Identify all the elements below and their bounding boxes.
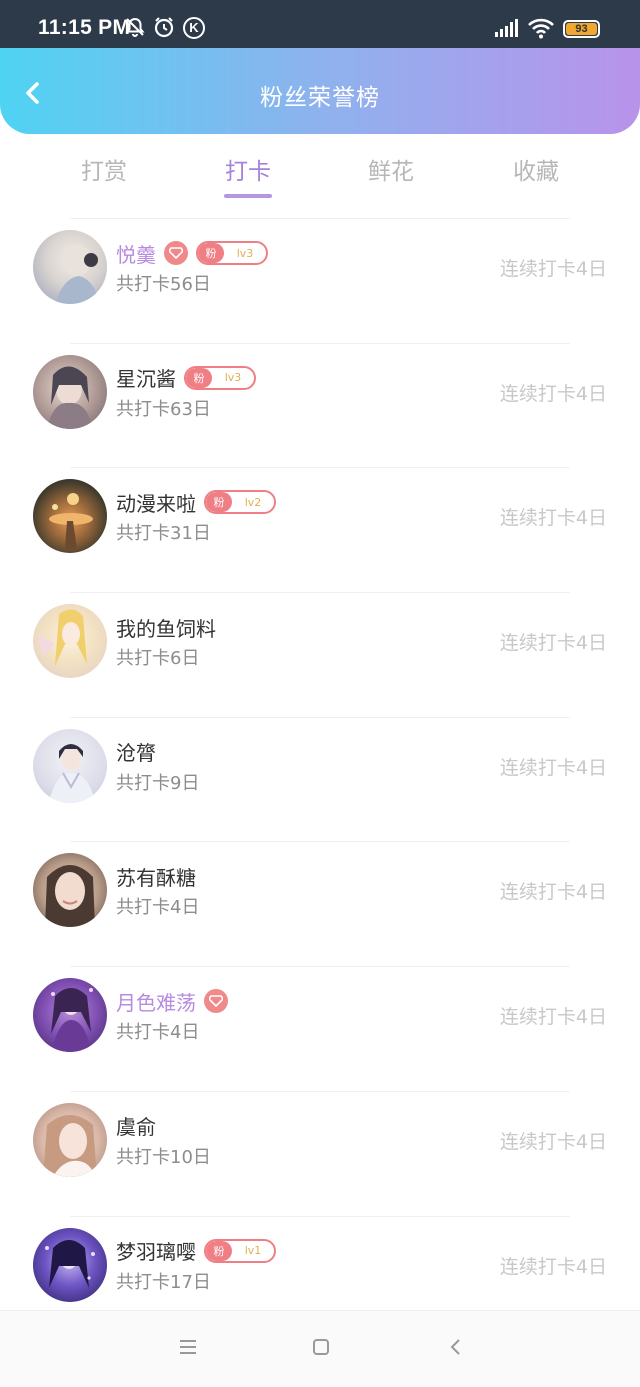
fan-name[interactable]: 悦羹 <box>116 239 156 268</box>
k-app-icon: K <box>183 17 205 39</box>
fan-badge-level: lv3 <box>236 246 254 260</box>
app-header: 粉丝荣誉榜 <box>0 48 640 134</box>
name-line: 动漫来啦 粉 lv2 <box>116 487 276 517</box>
fan-name[interactable]: 梦羽璃嘤 <box>116 1236 196 1265</box>
fan-level-badge: 粉 lv3 <box>184 365 256 390</box>
fan-badge-label: 粉 <box>206 492 232 513</box>
total-checkins: 共打卡9日 <box>116 772 200 794</box>
avatar[interactable] <box>33 604 107 679</box>
menu-icon[interactable] <box>178 1337 198 1361</box>
total-checkins: 共打卡6日 <box>116 648 200 670</box>
avatar[interactable] <box>33 853 107 928</box>
total-checkins: 共打卡10日 <box>116 1146 211 1168</box>
total-checkins: 共打卡17日 <box>116 1271 211 1293</box>
streak-checkins: 连续打卡4日 <box>499 881 607 904</box>
fan-badge-label: 粉 <box>206 1240 232 1261</box>
fan-badge-level: lv1 <box>244 1244 262 1257</box>
fan-level-badge: 粉 lv3 <box>196 241 268 265</box>
streak-checkins: 连续打卡4日 <box>499 1130 607 1153</box>
battery-level: 93 <box>566 23 597 35</box>
list-item[interactable]: 虞俞 共打卡10日 连续打卡4日 <box>0 1090 640 1216</box>
fan-name[interactable]: 星沉酱 <box>116 363 176 392</box>
divider <box>70 592 570 594</box>
fan-name[interactable]: 月色难荡 <box>116 987 196 1016</box>
list-item[interactable]: 我的鱼饲料 共打卡6日 连续打卡4日 <box>0 592 640 717</box>
list-item[interactable]: 沧膂 共打卡9日 连续打卡4日 <box>0 716 640 842</box>
name-line: 悦羹 粉 lv3 <box>116 238 268 268</box>
divider <box>70 1215 570 1217</box>
divider <box>70 1090 570 1092</box>
tab-bar: 打赏 打卡 鲜花 收藏 <box>0 134 640 204</box>
diamond-icon <box>164 241 188 265</box>
streak-checkins: 连续打卡4日 <box>499 1006 607 1029</box>
avatar[interactable] <box>33 978 107 1053</box>
tab-active-indicator <box>224 194 272 198</box>
fan-badge-level: lv3 <box>224 371 242 385</box>
divider <box>70 467 570 469</box>
name-line: 沧膂 <box>116 737 156 767</box>
fan-badge-label: 粉 <box>186 367 212 388</box>
fan-level-badge: 粉 lv2 <box>204 490 276 515</box>
back-arrow-icon[interactable] <box>446 1337 466 1361</box>
total-checkins: 共打卡63日 <box>116 398 211 420</box>
streak-checkins: 连续打卡4日 <box>499 632 607 655</box>
wifi-icon <box>527 17 555 44</box>
fan-name[interactable]: 苏有酥糖 <box>116 862 196 891</box>
name-line: 我的鱼饲料 <box>116 612 216 642</box>
name-line: 月色难荡 <box>116 986 228 1016</box>
streak-checkins: 连续打卡4日 <box>499 756 607 779</box>
total-checkins: 共打卡4日 <box>116 897 200 919</box>
list-item[interactable]: 苏有酥糖 共打卡4日 连续打卡4日 <box>0 841 640 966</box>
name-line: 虞俞 <box>116 1111 156 1141</box>
streak-checkins: 连续打卡4日 <box>499 382 607 405</box>
name-line: 梦羽璃嘤 粉 lv1 <box>116 1236 276 1266</box>
divider <box>70 218 570 219</box>
list-item[interactable]: 悦羹 粉 lv3 共打卡56日 连续打卡4日 <box>0 218 640 343</box>
status-time: 11:15 PM <box>38 16 131 39</box>
name-line: 苏有酥糖 <box>116 861 196 891</box>
list-item[interactable]: 月色难荡 共打卡4日 连续打卡4日 <box>0 966 640 1091</box>
diamond-icon <box>204 989 228 1014</box>
home-square-icon[interactable] <box>311 1337 331 1361</box>
divider <box>70 342 570 344</box>
divider <box>70 841 570 843</box>
fan-name[interactable]: 我的鱼饲料 <box>116 613 216 642</box>
list-item[interactable]: 动漫来啦 粉 lv2 共打卡31日 连续打卡4日 <box>0 467 640 592</box>
fan-list: 悦羹 粉 lv3 共打卡56日 连续打卡4日 星沉酱 粉 lv3 共打卡63日 … <box>0 218 640 1340</box>
fan-name[interactable]: 沧膂 <box>116 737 156 766</box>
tab-tips[interactable]: 打赏 <box>44 152 164 186</box>
mute-bell-icon <box>124 16 146 43</box>
tab-favorites[interactable]: 收藏 <box>476 152 596 186</box>
alarm-clock-icon <box>153 16 175 43</box>
avatar[interactable] <box>33 728 107 803</box>
status-bar: 11:15 PM K 93 <box>0 0 640 48</box>
avatar[interactable] <box>33 1227 107 1302</box>
name-line: 星沉酱 粉 lv3 <box>116 363 256 393</box>
divider <box>70 716 570 718</box>
fan-badge-level: lv2 <box>244 495 262 509</box>
battery-icon: 93 <box>563 20 600 38</box>
total-checkins: 共打卡31日 <box>116 523 211 545</box>
fan-name[interactable]: 动漫来啦 <box>116 488 196 517</box>
total-checkins: 共打卡4日 <box>116 1022 200 1044</box>
divider <box>70 966 570 968</box>
tab-flowers[interactable]: 鲜花 <box>331 152 451 186</box>
fan-name[interactable]: 虞俞 <box>116 1111 156 1140</box>
page-title: 粉丝荣誉榜 <box>260 85 380 111</box>
tab-checkin[interactable]: 打卡 <box>188 152 308 198</box>
tab-checkin-label: 打卡 <box>225 159 271 185</box>
streak-checkins: 连续打卡4日 <box>499 258 607 280</box>
fan-badge-label: 粉 <box>198 243 224 263</box>
streak-checkins: 连续打卡4日 <box>499 1255 607 1278</box>
streak-checkins: 连续打卡4日 <box>499 507 607 530</box>
total-checkins: 共打卡56日 <box>116 274 211 295</box>
signal-icon <box>494 18 520 43</box>
fan-level-badge: 粉 lv1 <box>204 1238 276 1263</box>
avatar[interactable] <box>33 354 107 429</box>
system-nav-bar <box>0 1310 640 1387</box>
avatar[interactable] <box>33 1102 107 1177</box>
avatar[interactable] <box>33 479 107 554</box>
list-item[interactable]: 星沉酱 粉 lv3 共打卡63日 连续打卡4日 <box>0 342 640 468</box>
avatar[interactable] <box>33 230 107 304</box>
